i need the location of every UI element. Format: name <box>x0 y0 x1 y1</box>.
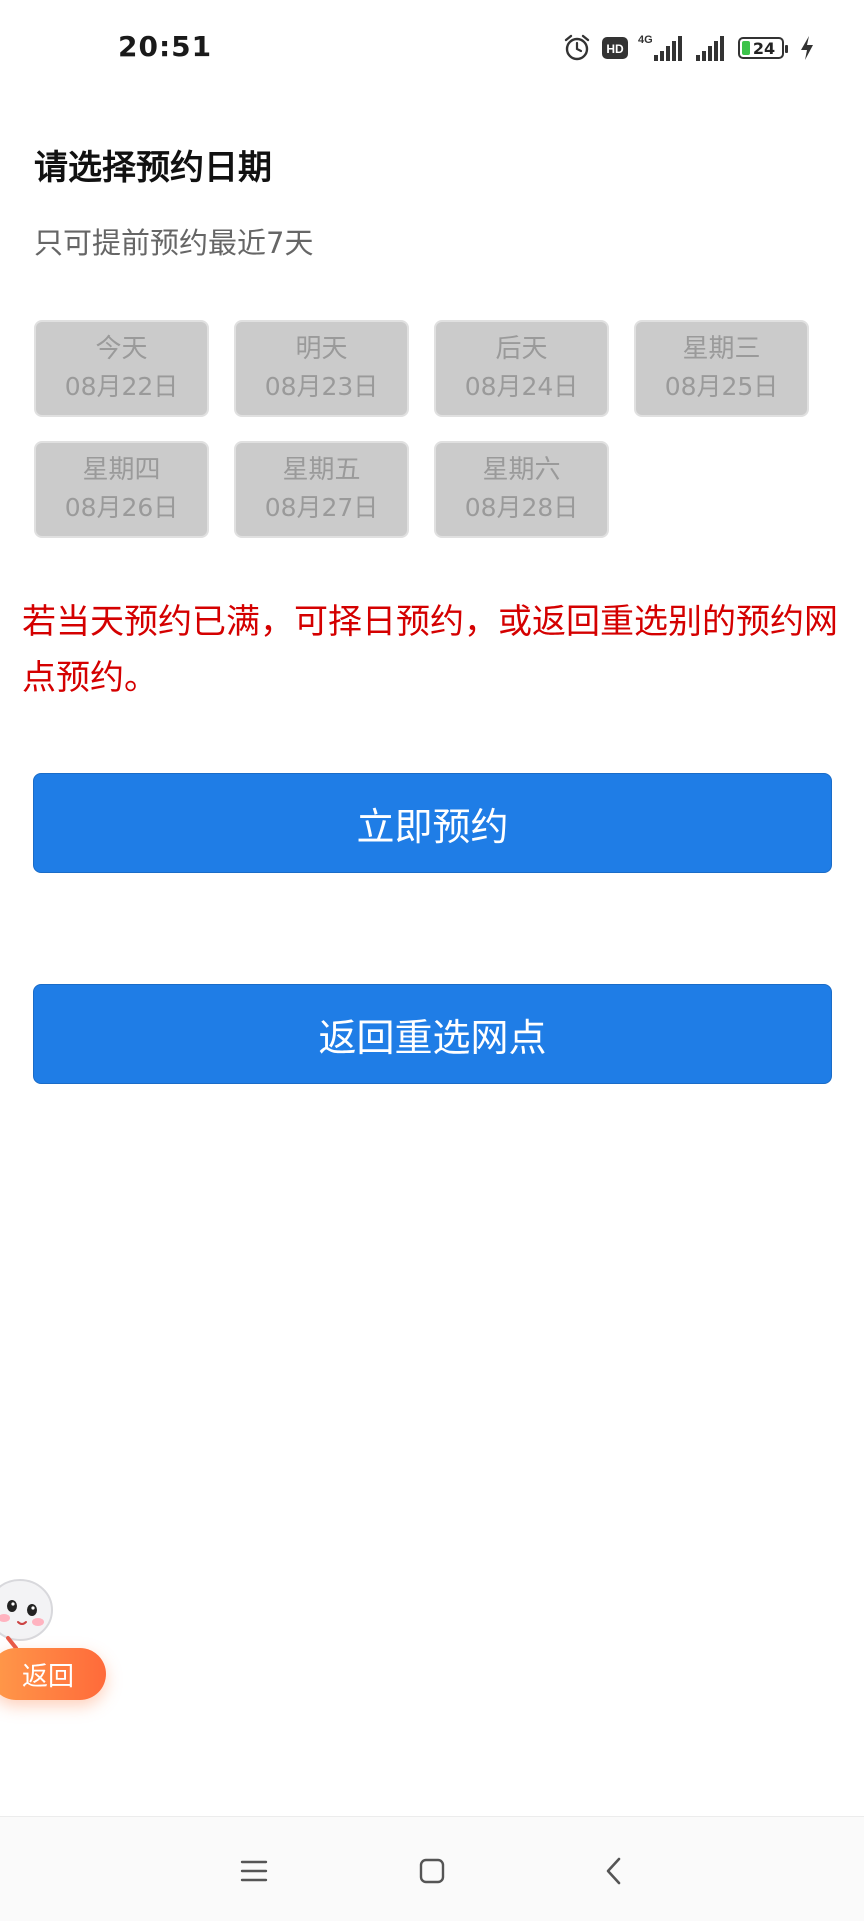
date-value: 08月23日 <box>264 371 379 401</box>
battery-icon: 24 <box>738 37 788 59</box>
alarm-icon <box>562 33 592 63</box>
date-day-label: 后天 <box>495 333 548 364</box>
hd-label: HD <box>606 42 624 56</box>
date-value: 08月25日 <box>664 371 779 401</box>
date-day-label: 星期五 <box>282 454 361 485</box>
floating-back-widget[interactable]: 返回 <box>0 1560 120 1710</box>
system-navigation-bar <box>0 1816 864 1921</box>
notice-text: 若当天预约已满，可择日预约，或返回重选别的预约网点预约。 <box>22 602 838 698</box>
date-option[interactable]: 今天 08月22日 <box>34 320 209 417</box>
date-value: 08月24日 <box>464 371 579 401</box>
date-value: 08月27日 <box>264 492 379 522</box>
page-subtitle: 只可提前预约最近7天 <box>34 226 314 260</box>
date-day-label: 星期六 <box>482 454 561 485</box>
back-icon[interactable] <box>594 1851 634 1891</box>
date-option[interactable]: 星期三 08月25日 <box>634 320 809 417</box>
date-value: 08月26日 <box>64 492 179 522</box>
back-reselect-outlet-button[interactable]: 返回重选网点 <box>33 984 832 1084</box>
status-bar: 20:51 HD 4G 24 <box>0 0 864 96</box>
mascot-icon <box>0 1579 53 1650</box>
date-day-label: 明天 <box>295 333 348 364</box>
charging-icon <box>800 35 814 61</box>
page-title: 请选择预约日期 <box>34 148 272 188</box>
date-value: 08月22日 <box>64 371 179 401</box>
battery-level: 24 <box>752 38 776 58</box>
menu-icon[interactable] <box>234 1851 274 1891</box>
status-time: 20:51 <box>118 30 213 63</box>
date-option[interactable]: 明天 08月23日 <box>234 320 409 417</box>
home-icon[interactable] <box>412 1851 452 1891</box>
date-option[interactable]: 星期六 08月28日 <box>434 441 609 538</box>
date-option[interactable]: 星期五 08月27日 <box>234 441 409 538</box>
signal-icon <box>694 33 728 63</box>
signal-4g-icon: 4G <box>638 33 684 63</box>
reserve-now-button[interactable]: 立即预约 <box>33 773 832 873</box>
date-grid: 今天 08月22日 明天 08月23日 后天 08月24日 星期三 08月25日… <box>34 320 814 538</box>
date-value: 08月28日 <box>464 492 579 522</box>
floating-back-label[interactable]: 返回 <box>0 1648 106 1700</box>
date-option[interactable]: 后天 08月24日 <box>434 320 609 417</box>
status-icons: HD 4G 24 <box>562 30 814 66</box>
date-day-label: 星期三 <box>682 333 761 364</box>
hd-icon: HD <box>602 37 628 59</box>
date-day-label: 今天 <box>95 333 148 364</box>
date-day-label: 星期四 <box>82 454 161 485</box>
network-label: 4G <box>638 34 653 46</box>
date-option[interactable]: 星期四 08月26日 <box>34 441 209 538</box>
